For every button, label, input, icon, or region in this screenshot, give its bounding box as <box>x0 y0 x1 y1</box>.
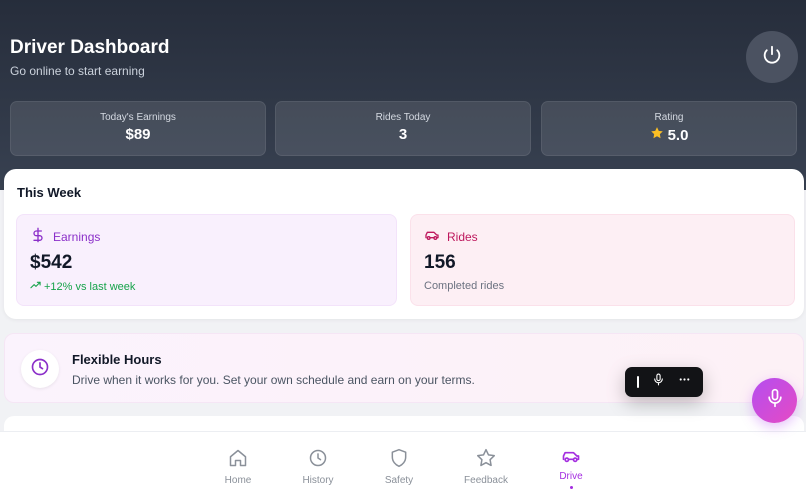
nav-label: History <box>302 475 334 486</box>
stat-label: Rating <box>654 112 684 123</box>
nav-label: Drive <box>559 471 583 482</box>
nav-item-home[interactable]: Home <box>208 448 268 486</box>
nav-label: Feedback <box>464 475 508 486</box>
nav-label: Home <box>224 475 252 486</box>
voice-toolbar <box>625 367 703 397</box>
this-week-card: This Week Earnings $542 +12% vs last wee… <box>4 169 804 319</box>
flexible-hours-description: Drive when it works for you. Set your ow… <box>72 373 475 387</box>
home-icon <box>228 448 248 471</box>
stat-value: $89 <box>125 126 151 143</box>
stat-label: Rides Today <box>375 112 431 123</box>
bottom-navigation: Home History Safety Feedback Drive <box>0 431 806 501</box>
stat-card-rating: Rating 5.0 <box>541 101 797 156</box>
car-icon <box>424 227 440 246</box>
nav-item-safety[interactable]: Safety <box>369 448 429 486</box>
metric-value: $542 <box>30 252 73 273</box>
stat-card-earnings: Today's Earnings $89 <box>10 101 266 156</box>
page-subtitle: Go online to start earning <box>10 64 145 78</box>
more-options-icon[interactable] <box>678 373 691 391</box>
clock-icon <box>308 448 328 471</box>
microphone-icon[interactable] <box>652 373 665 391</box>
flexible-hours-title: Flexible Hours <box>72 352 162 367</box>
active-indicator <box>569 486 573 489</box>
microphone-icon <box>765 388 785 413</box>
metric-change: +12% vs last week <box>44 281 136 293</box>
metric-value: 156 <box>424 252 456 273</box>
earnings-metric[interactable]: Earnings $542 +12% vs last week <box>16 214 397 306</box>
nav-item-feedback[interactable]: Feedback <box>456 448 516 486</box>
nav-item-history[interactable]: History <box>288 448 348 486</box>
drag-handle[interactable] <box>637 376 640 388</box>
page-title: Driver Dashboard <box>10 37 170 58</box>
power-button[interactable] <box>746 31 798 83</box>
voice-assistant-button[interactable] <box>752 378 797 423</box>
stat-label: Today's Earnings <box>100 112 176 123</box>
metric-label: Earnings <box>53 229 101 244</box>
nav-item-drive[interactable]: Drive <box>541 446 601 489</box>
car-icon <box>560 446 582 469</box>
dashboard-header: Driver Dashboard Go online to start earn… <box>0 0 806 190</box>
clock-icon <box>30 357 50 382</box>
section-title: This Week <box>17 185 82 200</box>
trending-up-icon <box>30 280 41 294</box>
star-icon <box>650 126 664 144</box>
stat-card-rides: Rides Today 3 <box>275 101 531 156</box>
stat-value: 5.0 <box>667 126 689 144</box>
metric-caption: Completed rides <box>424 280 505 292</box>
shield-icon <box>389 448 409 471</box>
metric-label: Rides <box>447 229 478 244</box>
power-icon <box>761 44 783 71</box>
star-icon <box>476 448 496 471</box>
stat-value: 3 <box>398 126 408 143</box>
nav-label: Safety <box>384 475 414 486</box>
rides-metric[interactable]: Rides 156 Completed rides <box>410 214 795 306</box>
dollar-icon <box>30 227 46 246</box>
